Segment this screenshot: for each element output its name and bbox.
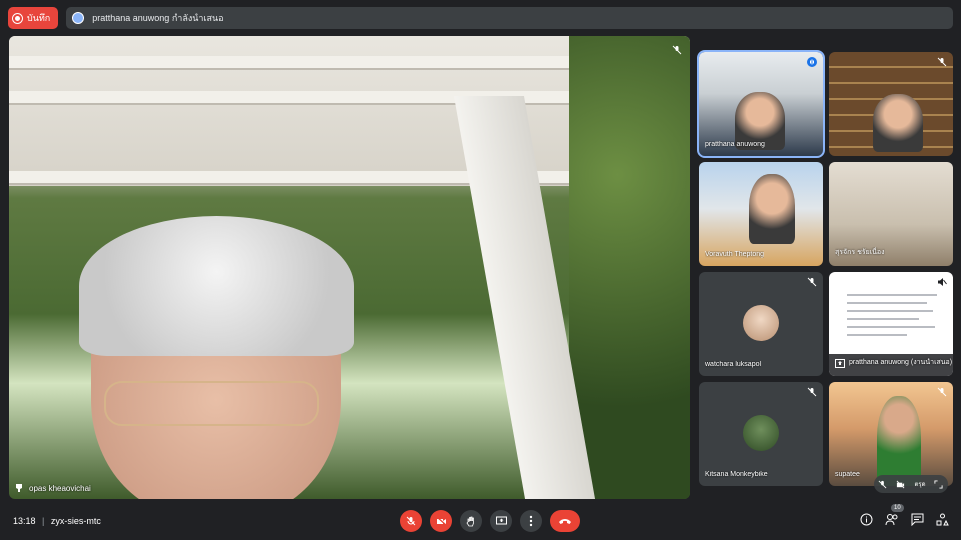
speaker-name-label: opas kheaovichai [15, 483, 91, 493]
camera-off-icon [436, 516, 446, 526]
mic-off-icon [406, 516, 416, 526]
participant-tile[interactable]: สุรจักร ชรัยเนื่อง [829, 162, 953, 266]
participant-name: สุรจักร ชรัยเนื่อง [835, 249, 885, 256]
mic-off-icon [807, 387, 817, 397]
leave-call-button[interactable] [550, 510, 580, 532]
record-icon [12, 12, 23, 24]
mic-off-icon[interactable] [878, 480, 887, 489]
participant-name: supatee [835, 471, 860, 478]
participant-name: watchara luksapol [705, 361, 762, 368]
participant-tile[interactable]: pratthana anuwong [697, 50, 825, 158]
participant-tile[interactable]: Kitsana Monkeybike [699, 382, 823, 486]
presentation-tile[interactable]: pratthana anuwong (งานนำเสนอ) [829, 272, 953, 376]
record-button[interactable]: บันทึก [8, 7, 59, 29]
expand-icon[interactable] [934, 479, 944, 489]
presenting-text: pratthana anuwong กำลังนำเสนอ [92, 13, 224, 23]
top-bar: บันทึก pratthana anuwong กำลังนำเสนอ [8, 7, 953, 29]
meeting-info: 13:18 | zyx-sies-mtc [13, 516, 101, 526]
self-tile-controls: ตรุด [874, 475, 948, 493]
volume-off-icon [938, 278, 947, 286]
speaker-glasses [104, 381, 319, 426]
clock-time: 13:18 [13, 516, 36, 526]
right-panel-buttons: 10 [860, 504, 949, 531]
avatar [743, 305, 779, 341]
info-icon[interactable] [860, 513, 873, 526]
mic-off-icon [937, 57, 947, 67]
main-speaker-tile[interactable]: opas kheaovichai [9, 36, 690, 499]
mic-off-icon [937, 387, 947, 397]
presenting-banner[interactable]: pratthana anuwong กำลังนำเสนอ [66, 7, 953, 29]
present-screen-button[interactable] [490, 510, 512, 532]
hang-up-icon [559, 519, 571, 524]
present-screen-icon [495, 516, 507, 525]
participant-tile[interactable]: watchara luksapol [699, 272, 823, 376]
people-button[interactable]: 10 [885, 504, 904, 531]
pin-icon [16, 484, 22, 492]
foliage-background [569, 36, 690, 499]
chat-icon[interactable] [911, 513, 924, 526]
more-vert-icon [529, 515, 533, 527]
participant-tile[interactable] [829, 52, 953, 156]
camera-off-icon[interactable] [896, 480, 905, 489]
call-controls [400, 510, 580, 532]
presenter-avatar [72, 12, 85, 24]
pin-label[interactable]: ตรุด [914, 479, 925, 489]
participant-name: Voravuth Theptong [705, 251, 765, 258]
record-label: บันทึก [27, 13, 51, 23]
mic-toggle-button[interactable] [400, 510, 422, 532]
present-screen-icon [835, 359, 845, 368]
avatar [743, 415, 779, 451]
speaking-icon [807, 57, 817, 67]
speaker-name: opas kheaovichai [29, 483, 91, 493]
camera-toggle-button[interactable] [430, 510, 452, 532]
speaker-hair [79, 216, 354, 356]
mic-off-icon [672, 42, 682, 60]
participant-count-badge: 10 [891, 504, 904, 512]
more-options-button[interactable] [520, 510, 542, 532]
participant-name: pratthana anuwong (งานนำเสนอ) [849, 359, 953, 366]
people-icon [885, 514, 898, 526]
participant-name: Kitsana Monkeybike [705, 471, 768, 478]
hand-icon [466, 516, 474, 526]
raise-hand-button[interactable] [460, 510, 482, 532]
bottom-bar: 13:18 | zyx-sies-mtc 10 [0, 504, 961, 540]
participant-name: pratthana anuwong [705, 141, 765, 148]
participant-tile self-view[interactable]: supatee [829, 382, 953, 486]
activities-icon[interactable] [936, 513, 949, 526]
mic-off-icon [807, 277, 817, 287]
meeting-code: zyx-sies-mtc [50, 516, 101, 526]
participant-tile[interactable]: Voravuth Theptong [699, 162, 823, 266]
